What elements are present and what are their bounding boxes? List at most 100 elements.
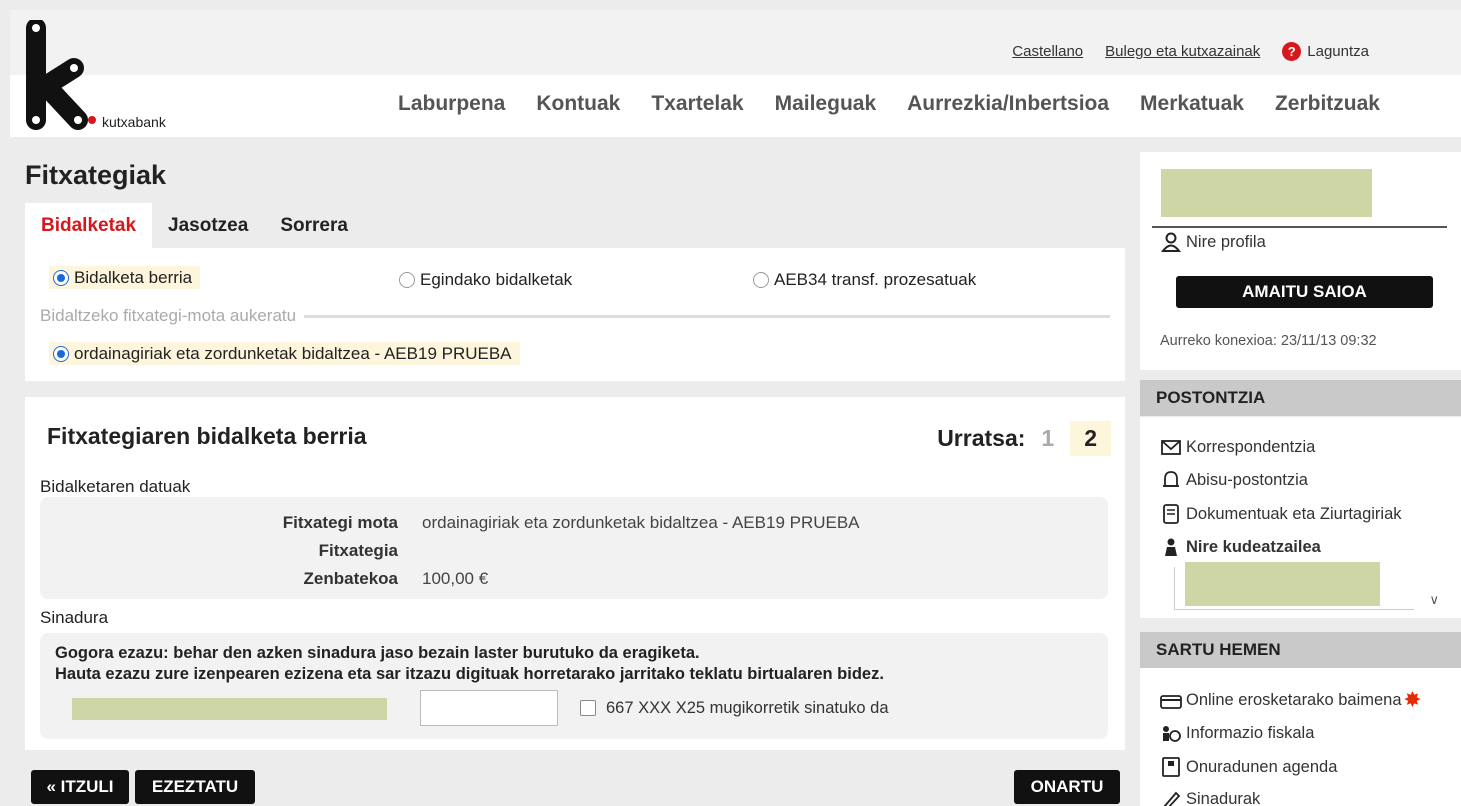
data-box: Fitxategi mota ordainagiriak eta zordunk…	[40, 497, 1108, 599]
help-icon: ?	[1282, 42, 1302, 61]
nav-item-markets[interactable]: Merkatuak	[1140, 92, 1244, 116]
chevron-down-icon[interactable]: ∨	[1429, 592, 1439, 608]
documents-icon	[1163, 504, 1179, 524]
bell-icon	[1163, 471, 1179, 487]
form-title: Fitxategiaren bidalketa berria	[47, 423, 367, 449]
enter-heading: SARTU HEMEN	[1140, 632, 1461, 668]
step-label: Urratsa:	[937, 425, 1026, 451]
mailbox-heading: POSTONTZIA	[1140, 380, 1461, 416]
option-label: Egindako bidalketak	[420, 270, 573, 289]
step-1: 1	[1041, 425, 1055, 451]
help-link[interactable]: ? Laguntza	[1282, 42, 1369, 61]
nav-item-services[interactable]: Zerbitzuak	[1275, 92, 1380, 116]
nav-item-summary[interactable]: Laburpena	[398, 92, 505, 116]
option-label: ordainagiriak eta zordunketak bidaltzea …	[74, 344, 512, 363]
nav-item-loans[interactable]: Maileguak	[775, 92, 877, 116]
new-badge-icon: ✸	[1404, 690, 1421, 711]
divider	[1174, 567, 1175, 609]
brand-name: kutxabank	[102, 114, 166, 130]
tab-receive[interactable]: Jasotzea	[152, 203, 264, 248]
mobile-sign-checkbox[interactable]	[580, 700, 596, 716]
tab-send[interactable]: Bidalketak	[25, 203, 153, 248]
signature-alias-redacted[interactable]	[72, 698, 387, 720]
back-button[interactable]: « ITZULI	[31, 770, 129, 804]
enter-item-label: Informazio fiskala	[1186, 723, 1315, 742]
enter-item-online-purchase[interactable]: Online erosketarako baimena ✸	[1160, 689, 1420, 712]
mobile-sign-label: 667 XXX X25 mugikorretik sinatuko da	[606, 699, 889, 717]
data-key: Fitxategi mota	[282, 513, 398, 532]
tab-bar: Bidalketak Jasotzea Sorrera	[25, 203, 364, 248]
user-icon	[1161, 232, 1181, 252]
user-name-redacted	[1161, 169, 1372, 217]
radio[interactable]	[753, 272, 769, 288]
help-label: Laguntza	[1307, 43, 1369, 60]
option-file-type[interactable]: ordainagiriak eta zordunketak bidaltzea …	[49, 342, 520, 365]
signature-text-line: Hauta ezazu zure izenpearen ezizena eta …	[55, 665, 884, 683]
step-indicator: Urratsa: 1 2	[937, 421, 1111, 456]
send-form-panel: Fitxategiaren bidalketa berria Urratsa: …	[25, 397, 1125, 750]
profile-link[interactable]: Nire profila	[1160, 232, 1266, 252]
pen-icon	[1163, 791, 1181, 806]
envelope-icon	[1161, 440, 1181, 455]
top-links: Castellano Bulego eta kutxazainak ? Lagun…	[1012, 42, 1369, 61]
card-icon	[1160, 694, 1182, 709]
option-label: AEB34 transf. prozesatuak	[774, 270, 977, 289]
nav-item-accounts[interactable]: Kontuak	[536, 92, 620, 116]
radio-selected[interactable]	[53, 270, 69, 286]
nav-item-savings[interactable]: Aurrezkia/Inbertsioa	[907, 92, 1109, 116]
cancel-button[interactable]: EZEZTATU	[135, 770, 255, 804]
options-panel: Bidalketa berria Egindako bidalketak AEB…	[25, 248, 1125, 381]
data-key: Zenbatekoa	[303, 569, 398, 588]
divider	[1152, 226, 1447, 228]
divider	[1174, 609, 1414, 610]
data-value: 100,00 €	[422, 569, 489, 588]
option-label: Bidalketa berria	[74, 268, 193, 287]
data-key: Fitxategia	[318, 541, 398, 560]
page-title: Fitxategiak	[25, 160, 167, 190]
enter-item-label: Online erosketarako baimena	[1186, 691, 1402, 709]
enter-item-beneficiaries[interactable]: Onuradunen agenda	[1160, 757, 1337, 777]
tab-create[interactable]: Sorrera	[264, 203, 364, 248]
file-type-label: Bidaltzeko fitxategi-mota aukeratu	[40, 306, 297, 325]
manager-icon	[1165, 538, 1177, 556]
option-sent[interactable]: Egindako bidalketak	[399, 270, 572, 290]
enter-item-tax-info[interactable]: Informazio fiskala	[1160, 723, 1314, 743]
file-type-heading: Bidaltzeko fitxategi-mota aukeratu	[40, 306, 1110, 326]
enter-item-label: Onuradunen agenda	[1186, 757, 1338, 776]
mailbox-item-label: Korrespondentzia	[1186, 437, 1316, 456]
mailbox-item-label: Nire kudeatzailea	[1186, 537, 1321, 556]
mailbox-item-correspondence[interactable]: Korrespondentzia	[1160, 437, 1315, 457]
enter-item-label: Sinadurak	[1186, 789, 1261, 806]
manager-name-redacted	[1185, 562, 1380, 606]
address-book-icon	[1162, 757, 1180, 777]
enter-item-signatures[interactable]: Sinadurak	[1160, 789, 1260, 806]
mailbox-item-alerts[interactable]: Abisu-postontzia	[1160, 470, 1308, 490]
kutxabank-logo[interactable]	[22, 20, 102, 135]
data-value: ordainagiriak eta zordunketak bidaltzea …	[422, 513, 860, 532]
option-aeb34[interactable]: AEB34 transf. prozesatuak	[753, 270, 976, 290]
logout-button[interactable]: AMAITU SAIOA	[1176, 276, 1433, 308]
step-2: 2	[1070, 421, 1111, 456]
tax-info-icon	[1163, 726, 1181, 742]
language-link[interactable]: Castellano	[1012, 43, 1083, 60]
option-new-send[interactable]: Bidalketa berria	[49, 266, 201, 289]
mailbox-panel: Korrespondentzia Abisu-postontzia Dokume…	[1140, 417, 1461, 618]
offices-link[interactable]: Bulego eta kutxazainak	[1105, 43, 1260, 60]
signature-heading: Sinadura	[40, 608, 109, 627]
profile-label: Nire profila	[1186, 232, 1266, 251]
mobile-sign-option[interactable]: 667 XXX X25 mugikorretik sinatuko da	[580, 699, 889, 718]
data-heading: Bidalketaren datuak	[40, 477, 191, 496]
accept-button[interactable]: ONARTU	[1014, 770, 1120, 804]
mailbox-item-documents[interactable]: Dokumentuak eta Ziurtagiriak	[1160, 504, 1402, 524]
user-panel: Nire profila AMAITU SAIOA Aurreko konexi…	[1140, 152, 1461, 370]
signature-instructions: Gogora ezazu: behar den azken sinadura j…	[55, 643, 884, 685]
main-nav: Laburpena Kontuak Txartelak Maileguak Au…	[398, 92, 1411, 116]
signature-box: Gogora ezazu: behar den azken sinadura j…	[40, 633, 1108, 739]
mailbox-item-label: Dokumentuak eta Ziurtagiriak	[1186, 504, 1402, 523]
mailbox-item-manager[interactable]: Nire kudeatzailea	[1160, 537, 1321, 557]
radio[interactable]	[399, 272, 415, 288]
last-connection: Aurreko konexioa: 23/11/13 09:32	[1160, 333, 1377, 349]
radio-selected[interactable]	[53, 346, 69, 362]
signature-digits-input[interactable]	[420, 690, 558, 726]
nav-item-cards[interactable]: Txartelak	[651, 92, 743, 116]
